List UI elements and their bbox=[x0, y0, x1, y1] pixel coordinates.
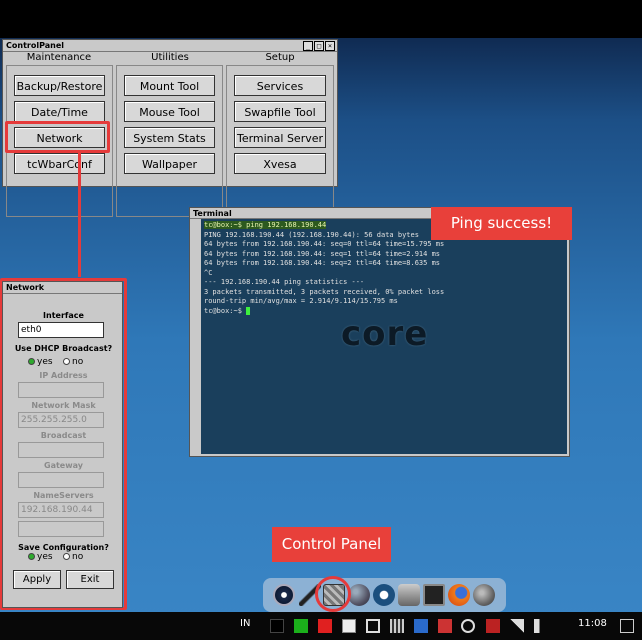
network-button-highlight bbox=[5, 121, 110, 153]
ping-success-callout: Ping success! bbox=[431, 207, 572, 240]
terminal-output-line: 3 packets transmitted, 3 packets receive… bbox=[204, 287, 445, 296]
chinese-input-icon[interactable] bbox=[486, 619, 500, 633]
language-indicator[interactable]: IN bbox=[240, 618, 250, 629]
dhcp-yes-label: yes bbox=[37, 357, 53, 367]
radio-unselected-icon bbox=[63, 553, 70, 560]
mouse-tool-button[interactable]: Mouse Tool bbox=[124, 101, 215, 122]
ip-address-label: IP Address bbox=[39, 371, 88, 380]
terminal-output-line: --- 192.168.190.44 ping statistics --- bbox=[204, 278, 365, 286]
terminal-server-button[interactable]: Terminal Server bbox=[234, 127, 326, 148]
dhcp-no-radio[interactable]: no bbox=[63, 357, 83, 367]
mount-tool-button[interactable]: Mount Tool bbox=[124, 75, 215, 96]
terminal-output-line: PING 192.168.190.44 (192.168.190.44): 56… bbox=[204, 230, 419, 239]
terminal-prompt: tc@box:~$ bbox=[204, 306, 247, 315]
runner-icon[interactable] bbox=[373, 584, 395, 606]
green-app-icon[interactable] bbox=[294, 619, 308, 633]
radio-selected-icon bbox=[28, 553, 35, 560]
broadcast-label: Broadcast bbox=[40, 431, 87, 440]
network-window: Network Interface eth0 Use DHCP Broadcas… bbox=[2, 281, 123, 608]
terminal-screen[interactable]: core tc@box:~$ ping 192.168.190.44 PING … bbox=[201, 219, 567, 454]
volume-icon[interactable] bbox=[534, 619, 548, 633]
clock-time[interactable]: 11:08 bbox=[578, 618, 607, 629]
tinycore-logo: core bbox=[341, 314, 429, 354]
netmask-field[interactable]: 255.255.255.0 bbox=[18, 412, 104, 428]
control-panel-callout: Control Panel bbox=[272, 527, 391, 562]
terminal-window[interactable]: Terminal core tc@box:~$ ping 192.168.190… bbox=[189, 207, 570, 457]
signal-icon[interactable] bbox=[510, 619, 524, 633]
save-yes-label: yes bbox=[37, 552, 53, 562]
utilities-group: Mount Tool Mouse Tool System Stats Wallp… bbox=[116, 65, 223, 217]
terminal-output-line: 64 bytes from 192.168.190.44: seq=0 ttl=… bbox=[204, 240, 445, 248]
terminal-title: Terminal bbox=[193, 209, 232, 218]
broadcast-field[interactable] bbox=[18, 442, 104, 458]
terminal-output-line: ^C bbox=[204, 268, 213, 277]
tcwbarconf-button[interactable]: tcWbarConf bbox=[14, 153, 105, 174]
ip-address-field[interactable] bbox=[18, 382, 104, 398]
save-no-label: no bbox=[72, 552, 84, 562]
document-icon[interactable] bbox=[342, 619, 356, 633]
radio-unselected-icon bbox=[63, 358, 70, 365]
system-stats-button[interactable]: System Stats bbox=[124, 127, 215, 148]
nameserver-1-field[interactable]: 192.168.190.44 bbox=[18, 502, 104, 518]
terminal-output-line: 64 bytes from 192.168.190.44: seq=2 ttl=… bbox=[204, 259, 441, 267]
swapfile-tool-button[interactable]: Swapfile Tool bbox=[234, 101, 326, 122]
nameserver-2-field[interactable] bbox=[18, 521, 104, 537]
netmask-label: Network Mask bbox=[31, 401, 96, 410]
dhcp-no-label: no bbox=[72, 357, 84, 367]
dhcp-yes-radio[interactable]: yes bbox=[28, 357, 53, 367]
power-icon[interactable] bbox=[273, 584, 295, 606]
network-cable-icon[interactable] bbox=[398, 584, 420, 606]
minimize-icon[interactable]: _ bbox=[303, 41, 313, 51]
terminal-icon[interactable] bbox=[423, 584, 445, 606]
apps-globe-icon[interactable] bbox=[348, 584, 370, 606]
services-button[interactable]: Services bbox=[234, 75, 326, 96]
dhcp-label: Use DHCP Broadcast? bbox=[14, 344, 113, 353]
section-heading-setup: Setup bbox=[265, 52, 295, 63]
section-heading-utilities: Utilities bbox=[151, 52, 189, 63]
interface-field[interactable]: eth0 bbox=[18, 322, 104, 338]
apply-button[interactable]: Apply bbox=[13, 570, 61, 589]
red-app-icon[interactable] bbox=[318, 619, 332, 633]
maximize-icon[interactable]: □ bbox=[314, 41, 324, 51]
xvesa-button[interactable]: Xvesa bbox=[234, 153, 326, 174]
date-time-button[interactable]: Date/Time bbox=[14, 101, 105, 122]
window-icon[interactable] bbox=[366, 619, 380, 633]
terminal-output-line: round-trip min/avg/max = 2.914/9.114/15.… bbox=[204, 297, 398, 305]
save-config-label: Save Configuration? bbox=[18, 543, 109, 552]
black-app-icon[interactable] bbox=[270, 619, 284, 633]
wbar-dock bbox=[263, 578, 506, 612]
notifications-icon[interactable] bbox=[620, 619, 634, 633]
backup-restore-button[interactable]: Backup/Restore bbox=[14, 75, 105, 96]
control-panel-window: ControlPanel _ □ × Maintenance Utilities… bbox=[2, 39, 338, 217]
taskbar: IN 11:08 bbox=[0, 612, 642, 640]
settings-sphere-icon[interactable] bbox=[473, 584, 495, 606]
blue-app-icon[interactable] bbox=[414, 619, 428, 633]
wallpaper-button[interactable]: Wallpaper bbox=[124, 153, 215, 174]
exit-button[interactable]: Exit bbox=[66, 570, 114, 589]
gateway-field[interactable] bbox=[18, 472, 104, 488]
gateway-label: Gateway bbox=[44, 461, 83, 470]
setup-group: Services Swapfile Tool Terminal Server X… bbox=[226, 65, 334, 217]
network-titlebar[interactable]: Network bbox=[3, 282, 122, 294]
control-panel-titlebar[interactable]: ControlPanel _ □ × bbox=[3, 40, 337, 52]
save-no-radio[interactable]: no bbox=[63, 552, 83, 562]
bars-icon[interactable] bbox=[390, 619, 404, 633]
flag-icon[interactable] bbox=[438, 619, 452, 633]
close-icon[interactable]: × bbox=[325, 41, 335, 51]
interface-label: Interface bbox=[43, 311, 84, 320]
control-panel-icon-highlight bbox=[315, 576, 351, 612]
nameservers-label: NameServers bbox=[33, 491, 94, 500]
terminal-output-line: 64 bytes from 192.168.190.44: seq=1 ttl=… bbox=[204, 249, 441, 258]
firefox-icon[interactable] bbox=[448, 584, 470, 606]
top-black-bar bbox=[0, 0, 642, 38]
control-panel-title: ControlPanel bbox=[6, 41, 64, 50]
clock-icon[interactable] bbox=[461, 619, 475, 633]
save-yes-radio[interactable]: yes bbox=[28, 552, 53, 562]
terminal-cursor bbox=[246, 306, 251, 315]
terminal-command-line: tc@box:~$ ping 192.168.190.44 bbox=[204, 221, 327, 229]
section-heading-maintenance: Maintenance bbox=[26, 52, 92, 63]
radio-selected-icon bbox=[28, 358, 35, 365]
network-title: Network bbox=[6, 283, 45, 292]
connector-line-vertical bbox=[78, 153, 81, 277]
